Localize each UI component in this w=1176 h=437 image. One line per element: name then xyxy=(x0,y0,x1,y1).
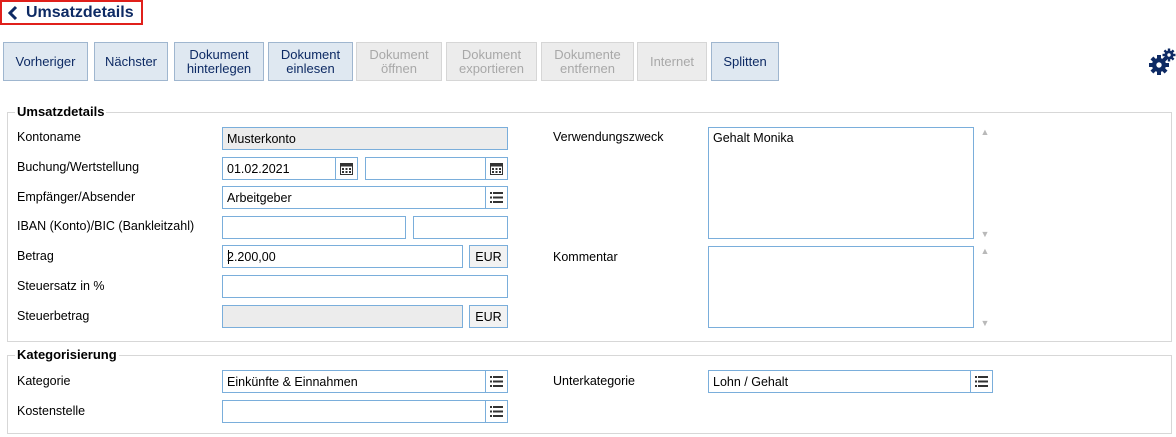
purpose-textarea[interactable]: Gehalt Monika xyxy=(708,127,974,239)
next-button[interactable]: Nächster xyxy=(94,42,168,81)
steuersatz-label: Steuersatz in % xyxy=(17,279,105,293)
text-cursor xyxy=(228,250,229,264)
iban-label: IBAN (Konto)/BIC (Bankleitzahl) xyxy=(17,219,195,233)
remove-documents-button[interactable]: Dokumente entfernen xyxy=(541,42,634,81)
export-document-label-2: exportieren xyxy=(458,60,525,76)
category-value: Einkünfte & Einnahmen xyxy=(227,374,358,389)
verwendungszweck-label: Verwendungszweck xyxy=(553,130,664,144)
calendar-icon[interactable] xyxy=(335,158,357,179)
amount-currency-label: EUR xyxy=(475,249,502,264)
kostenstelle-label: Kostenstelle xyxy=(17,404,86,418)
comment-scrollbar[interactable]: ▲ ▼ xyxy=(978,246,992,328)
split-label: Splitten xyxy=(723,53,767,69)
amount-value: 2.200,00 xyxy=(227,249,276,264)
scroll-down-icon[interactable]: ▼ xyxy=(981,229,990,239)
internet-label: Internet xyxy=(649,53,695,69)
list-picker-icon[interactable] xyxy=(485,371,507,392)
payee-field[interactable]: Arbeitgeber xyxy=(222,186,508,209)
export-document-button[interactable]: Dokument exportieren xyxy=(446,42,537,81)
export-document-label-1: Dokument xyxy=(461,46,522,62)
category-group xyxy=(7,355,1172,434)
kontoname-field: Musterkonto xyxy=(222,127,508,150)
calendar-icon[interactable] xyxy=(485,158,507,179)
subcategory-value: Lohn / Gehalt xyxy=(713,374,789,389)
open-document-label-1: Dokument xyxy=(369,46,429,62)
booking-date-field[interactable]: 01.02.2021 xyxy=(222,157,358,180)
bic-field[interactable] xyxy=(413,216,508,239)
booking-date-value: 01.02.2021 xyxy=(227,161,290,176)
buchung-label: Buchung/Wertstellung xyxy=(17,160,140,174)
page-title: Umsatzdetails xyxy=(26,3,134,21)
read-document-label-2: einlesen xyxy=(286,60,335,76)
category-legend: Kategorisierung xyxy=(15,347,119,362)
open-document-button[interactable]: Dokument öffnen xyxy=(356,42,442,81)
tax-currency-button[interactable]: EUR xyxy=(469,305,508,328)
tax-currency-label: EUR xyxy=(475,309,502,324)
store-document-label-1: Dokument xyxy=(189,46,249,62)
betrag-label: Betrag xyxy=(17,249,54,263)
store-document-label-2: hinterlegen xyxy=(186,60,252,76)
list-picker-icon[interactable] xyxy=(970,371,992,392)
comment-textarea[interactable] xyxy=(708,246,974,328)
payee-value: Arbeitgeber xyxy=(227,190,292,205)
subcategory-field[interactable]: Lohn / Gehalt xyxy=(708,370,993,393)
category-field[interactable]: Einkünfte & Einnahmen xyxy=(222,370,508,393)
purpose-value: Gehalt Monika xyxy=(713,131,794,145)
list-picker-icon[interactable] xyxy=(485,187,507,208)
scroll-down-icon[interactable]: ▼ xyxy=(981,318,990,328)
remove-documents-label-1: Dokumente xyxy=(554,46,621,62)
value-date-field[interactable] xyxy=(365,157,508,180)
cost-center-field[interactable] xyxy=(222,400,508,423)
read-document-label-1: Dokument xyxy=(280,46,341,62)
amount-field[interactable]: 2.200,00 xyxy=(222,245,463,268)
previous-label: Vorheriger xyxy=(15,53,76,69)
kontoname-label: Kontoname xyxy=(17,130,81,144)
scroll-up-icon[interactable]: ▲ xyxy=(981,246,990,256)
amount-currency-button[interactable]: EUR xyxy=(469,245,508,268)
purpose-scrollbar[interactable]: ▲ ▼ xyxy=(978,127,992,239)
remove-documents-label-2: entfernen xyxy=(560,60,615,76)
unterkategorie-label: Unterkategorie xyxy=(553,374,635,388)
list-picker-icon[interactable] xyxy=(485,401,507,422)
empfaenger-label: Empfänger/Absender xyxy=(17,190,136,204)
read-document-button[interactable]: Dokument einlesen xyxy=(268,42,353,81)
internet-button[interactable]: Internet xyxy=(637,42,707,81)
kontoname-value: Musterkonto xyxy=(227,131,296,146)
chevron-left-icon xyxy=(7,5,18,20)
previous-button[interactable]: Vorheriger xyxy=(3,42,88,81)
open-document-label-2: öffnen xyxy=(381,60,417,76)
store-document-button[interactable]: Dokument hinterlegen xyxy=(174,42,264,81)
details-legend: Umsatzdetails xyxy=(15,104,107,119)
back-title-link[interactable]: Umsatzdetails xyxy=(0,0,143,25)
steuerbetrag-label: Steuerbetrag xyxy=(17,309,90,323)
tax-amount-field xyxy=(222,305,463,328)
scroll-up-icon[interactable]: ▲ xyxy=(981,127,990,137)
iban-field[interactable] xyxy=(222,216,406,239)
tax-rate-field[interactable] xyxy=(222,275,508,298)
gears-icon[interactable] xyxy=(1148,48,1176,76)
split-button[interactable]: Splitten xyxy=(711,42,779,81)
kategorie-label: Kategorie xyxy=(17,374,71,388)
next-label: Nächster xyxy=(104,53,158,69)
kommentar-label: Kommentar xyxy=(553,250,618,264)
